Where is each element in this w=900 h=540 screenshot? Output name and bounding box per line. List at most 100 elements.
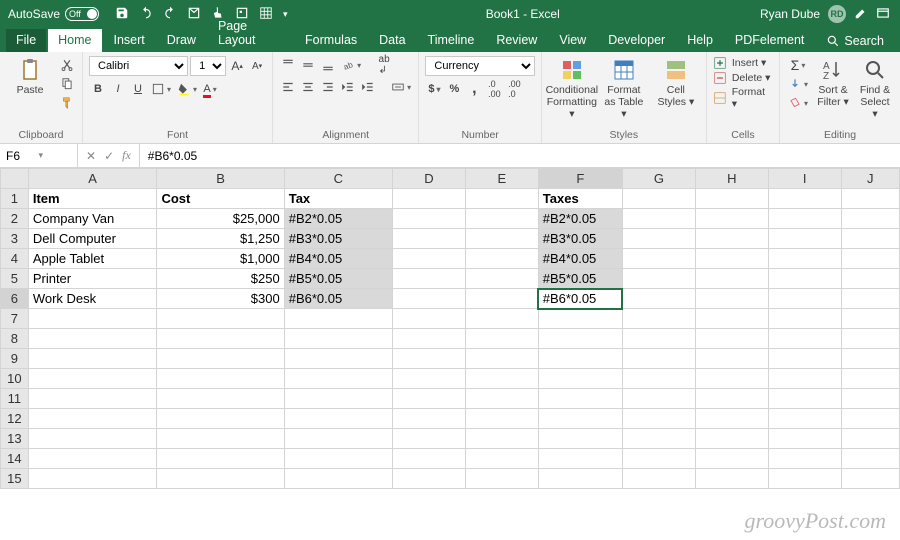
row-header-3[interactable]: 3 <box>1 229 29 249</box>
col-header-I[interactable]: I <box>768 169 841 189</box>
find-select-button[interactable]: Find & Select ▾ <box>856 56 894 122</box>
align-top-icon[interactable] <box>279 56 297 74</box>
fill-color-button[interactable] <box>175 80 199 98</box>
cell[interactable] <box>465 469 538 489</box>
cell[interactable] <box>157 449 284 469</box>
cell-J3[interactable] <box>841 229 899 249</box>
cell[interactable] <box>28 449 157 469</box>
tab-file[interactable]: File <box>6 29 46 52</box>
cell-C1[interactable]: Tax <box>284 189 392 209</box>
cell[interactable] <box>157 349 284 369</box>
fill-icon[interactable] <box>786 75 810 93</box>
cell-H5[interactable] <box>695 269 768 289</box>
pen-icon[interactable] <box>854 6 868 23</box>
cell[interactable] <box>28 329 157 349</box>
formula-input[interactable]: #B6*0.05 <box>140 149 900 163</box>
fx-icon[interactable]: fx <box>122 148 131 163</box>
cell-J1[interactable] <box>841 189 899 209</box>
cell-J2[interactable] <box>841 209 899 229</box>
cell[interactable] <box>841 389 899 409</box>
select-all-corner[interactable] <box>1 169 29 189</box>
tab-developer[interactable]: Developer <box>598 29 675 52</box>
cell[interactable] <box>695 429 768 449</box>
row-header-5[interactable]: 5 <box>1 269 29 289</box>
col-header-F[interactable]: F <box>538 169 622 189</box>
cell[interactable] <box>841 369 899 389</box>
tab-draw[interactable]: Draw <box>157 29 206 52</box>
cell-H4[interactable] <box>695 249 768 269</box>
col-header-E[interactable]: E <box>465 169 538 189</box>
tab-view[interactable]: View <box>549 29 596 52</box>
cell-H2[interactable] <box>695 209 768 229</box>
undo-icon[interactable] <box>139 6 153 23</box>
cell[interactable] <box>695 349 768 369</box>
align-left-icon[interactable] <box>279 78 297 96</box>
row-header-1[interactable]: 1 <box>1 189 29 209</box>
spreadsheet-grid[interactable]: A B C D E F G H I J 1 Item Cost Tax Taxe… <box>0 168 900 489</box>
name-box[interactable]: F6 ▾ <box>0 144 78 167</box>
cell[interactable] <box>392 389 465 409</box>
row-header-15[interactable]: 15 <box>1 469 29 489</box>
cell-B5[interactable]: $250 <box>157 269 284 289</box>
cancel-formula-icon[interactable]: ✕ <box>86 149 96 163</box>
cell[interactable] <box>157 469 284 489</box>
tab-page-layout[interactable]: Page Layout <box>208 15 293 52</box>
cell-E2[interactable] <box>465 209 538 229</box>
cell[interactable] <box>695 389 768 409</box>
cell[interactable] <box>465 309 538 329</box>
cell-A5[interactable]: Printer <box>28 269 157 289</box>
cell[interactable] <box>841 469 899 489</box>
enter-formula-icon[interactable]: ✓ <box>104 149 114 163</box>
cell-I3[interactable] <box>768 229 841 249</box>
col-header-C[interactable]: C <box>284 169 392 189</box>
cell-B1[interactable]: Cost <box>157 189 284 209</box>
cell[interactable] <box>622 409 695 429</box>
row-header-12[interactable]: 12 <box>1 409 29 429</box>
cell[interactable] <box>284 369 392 389</box>
cell[interactable] <box>284 329 392 349</box>
cell[interactable] <box>622 329 695 349</box>
copy-button[interactable] <box>58 75 76 93</box>
decrease-indent-icon[interactable] <box>339 78 357 96</box>
currency-icon[interactable]: $ <box>425 80 443 98</box>
cell-D1[interactable] <box>392 189 465 209</box>
email-icon[interactable] <box>187 6 201 23</box>
cell-C2[interactable]: #B2*0.05 <box>284 209 392 229</box>
cell[interactable] <box>538 349 622 369</box>
cell-A2[interactable]: Company Van <box>28 209 157 229</box>
align-middle-icon[interactable] <box>299 56 317 74</box>
cell[interactable] <box>157 369 284 389</box>
cell[interactable] <box>465 329 538 349</box>
insert-cells-button[interactable]: Insert ▾ <box>713 56 773 70</box>
cell[interactable] <box>465 349 538 369</box>
cell-A4[interactable]: Apple Tablet <box>28 249 157 269</box>
cell-C4[interactable]: #B4*0.05 <box>284 249 392 269</box>
cell-B4[interactable]: $1,000 <box>157 249 284 269</box>
cell[interactable] <box>768 349 841 369</box>
cell[interactable] <box>622 309 695 329</box>
autosum-icon[interactable]: Σ <box>789 56 808 74</box>
cell-C3[interactable]: #B3*0.05 <box>284 229 392 249</box>
increase-indent-icon[interactable] <box>359 78 377 96</box>
cell-H1[interactable] <box>695 189 768 209</box>
cell-G6[interactable] <box>622 289 695 309</box>
border-button[interactable] <box>149 80 173 98</box>
cell[interactable] <box>695 309 768 329</box>
cell[interactable] <box>465 409 538 429</box>
cell[interactable] <box>538 329 622 349</box>
cell[interactable] <box>465 389 538 409</box>
cell-F4[interactable]: #B4*0.05 <box>538 249 622 269</box>
cell[interactable] <box>538 369 622 389</box>
cell[interactable] <box>538 309 622 329</box>
cell[interactable] <box>284 389 392 409</box>
comma-icon[interactable]: , <box>465 80 483 98</box>
paste-button[interactable]: Paste <box>6 56 54 98</box>
cell[interactable] <box>622 389 695 409</box>
cell-I2[interactable] <box>768 209 841 229</box>
align-bottom-icon[interactable] <box>319 56 337 74</box>
col-header-B[interactable]: B <box>157 169 284 189</box>
cell[interactable] <box>284 409 392 429</box>
cell-styles-button[interactable]: Cell Styles ▾ <box>652 56 700 110</box>
cell-G1[interactable] <box>622 189 695 209</box>
delete-cells-button[interactable]: Delete ▾ <box>713 71 773 85</box>
